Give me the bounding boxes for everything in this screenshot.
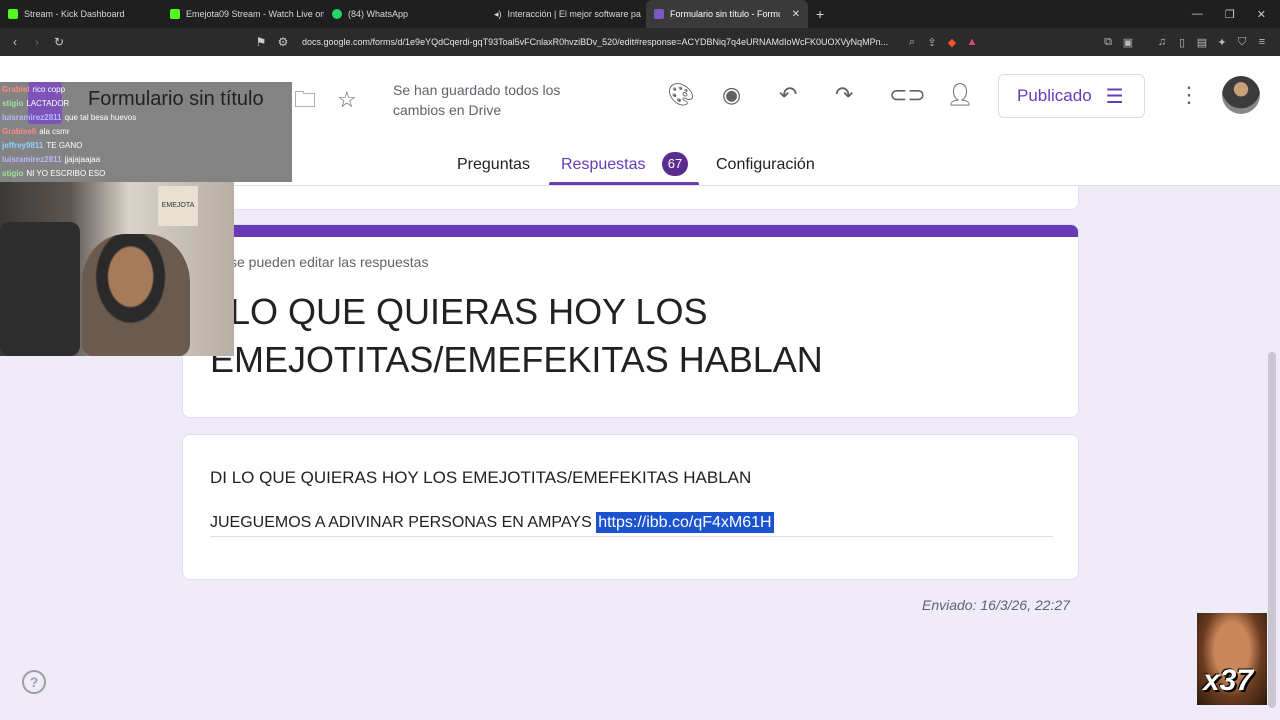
leo-ai-icon[interactable]: ✦ xyxy=(1212,36,1232,49)
save-status: Se han guardado todos los cambios en Dri… xyxy=(393,82,561,118)
minimize-icon[interactable]: — xyxy=(1192,8,1203,21)
browser-tab-bar: Stream - Kick Dashboard Emejota09 Stream… xyxy=(0,0,1280,28)
chat-message: Grabiel rico copp xyxy=(0,83,292,96)
question-card xyxy=(182,434,1079,580)
preview-eye-icon[interactable]: ◉ xyxy=(722,83,741,107)
add-collaborator-icon[interactable]: 👤︎ xyxy=(946,83,974,107)
chat-user: stigio xyxy=(2,99,24,108)
share-icon[interactable]: ⇪ xyxy=(922,36,942,49)
back-icon[interactable]: ‹ xyxy=(4,35,26,49)
kick-icon xyxy=(170,9,180,19)
answer-underline xyxy=(210,536,1053,537)
chat-text: rico copp xyxy=(32,85,66,94)
tab-title: Interacción | El mejor software pa xyxy=(507,9,641,19)
browser-tab-5[interactable]: Formulario sin título - Formulari ✕ xyxy=(646,0,808,28)
chat-user: stigio xyxy=(2,169,24,178)
brave-rewards-icon[interactable]: ▲ xyxy=(962,36,982,48)
folder-icon[interactable]: 🗀 xyxy=(294,88,316,112)
media-icon[interactable]: ♫ xyxy=(1152,36,1172,49)
question-title: DI LO QUE QUIERAS HOY LOS EMEJOTITAS/EME… xyxy=(210,468,752,487)
new-tab-button[interactable]: + xyxy=(808,0,832,28)
menu-icon[interactable]: ≡ xyxy=(1252,36,1272,49)
sidebar-icon[interactable]: ▯ xyxy=(1172,36,1192,49)
tab-questions[interactable]: Preguntas xyxy=(457,156,530,174)
browser-tab-2[interactable]: Emejota09 Stream - Watch Live on K xyxy=(162,0,324,28)
tab-title: Stream - Kick Dashboard xyxy=(24,9,125,19)
wallet-icon[interactable]: ▤ xyxy=(1192,36,1212,49)
chat-text: NI YO ESCRIBO ESO xyxy=(26,169,106,178)
previous-card xyxy=(182,186,1079,210)
close-tab-icon[interactable]: ✕ xyxy=(792,9,800,20)
scrollbar[interactable] xyxy=(1268,352,1276,708)
url-field[interactable]: docs.google.com/forms/d/1e9eYQdCqerdi-gq… xyxy=(302,37,902,47)
forms-icon xyxy=(654,9,664,19)
chat-message: stigio LACTADOR xyxy=(0,97,292,110)
chat-user: luisramirez2811 xyxy=(2,113,62,122)
publish-settings-icon: ☰ xyxy=(1105,85,1124,108)
tab-responses[interactable]: Respuestas xyxy=(561,156,646,174)
redo-icon[interactable]: ↷ xyxy=(835,83,853,107)
publish-button[interactable]: Publicado ☰ xyxy=(998,74,1145,118)
response-count-badge: 67 xyxy=(662,152,688,176)
browser-tab-3[interactable]: (84) WhatsApp xyxy=(324,0,486,28)
bookmark-icon[interactable]: ⚑ xyxy=(250,35,272,49)
tab-title: (84) WhatsApp xyxy=(348,9,409,19)
audio-icon: ◂) xyxy=(494,8,502,19)
forward-icon[interactable]: › xyxy=(26,35,48,49)
chat-user: Grabiseli xyxy=(2,127,37,136)
answer-text: JUEGUEMOS A ADIVINAR PERSONAS EN AMPAYS … xyxy=(210,512,774,533)
chat-text: jjajajaajaa xyxy=(64,155,101,164)
address-bar: ‹ › ↻ ⚑ ⚙ docs.google.com/forms/d/1e9eYQ… xyxy=(0,28,1280,56)
accent-bar xyxy=(183,225,1078,237)
extensions-icon[interactable]: ⧉ xyxy=(1098,36,1118,49)
form-title: I LO QUE QUIERAS HOY LOS EMEJOTITAS/EMEF… xyxy=(210,291,823,380)
browser-tab-4[interactable]: ◂) Interacción | El mejor software pa xyxy=(486,0,646,28)
chat-text: LACTADOR xyxy=(26,99,70,108)
whatsapp-icon xyxy=(332,9,342,19)
chat-message: Grabiseli ala csmr xyxy=(0,125,292,138)
chat-user: luisramirez2811 xyxy=(2,155,62,164)
link-icon[interactable]: ⊂⊃ xyxy=(889,83,926,107)
browser-tab-1[interactable]: Stream - Kick Dashboard xyxy=(0,0,162,28)
chat-message: luisramirez2811 que tal besa huevos xyxy=(0,111,292,124)
chat-overlay: Formulario sin título Grabiel rico copp s… xyxy=(0,82,292,182)
tab-title: Emejota09 Stream - Watch Live on K xyxy=(186,9,324,19)
maximize-icon[interactable]: ❐ xyxy=(1225,8,1235,21)
chat-message: stigio NI YO ESCRIBO ESO xyxy=(0,167,292,180)
site-info-icon[interactable]: ⚙ xyxy=(272,35,294,49)
chat-user: Grabiel xyxy=(2,85,30,94)
undo-icon[interactable]: ↶ xyxy=(779,83,797,107)
close-window-icon[interactable]: ✕ xyxy=(1257,8,1266,21)
emote-multiplier: x37 xyxy=(1203,664,1254,697)
wall-poster: EMEJOTA xyxy=(158,186,198,226)
publish-label: Publicado xyxy=(1017,86,1092,105)
streamer xyxy=(82,234,190,356)
chat-text: que tal besa huevos xyxy=(64,113,137,122)
palette-icon[interactable]: 🎨︎ xyxy=(667,83,695,107)
answer-body: JUEGUEMOS A ADIVINAR PERSONAS EN AMPAYS xyxy=(210,514,597,531)
kick-icon xyxy=(8,9,18,19)
zoom-icon[interactable]: ⌕ xyxy=(902,36,922,49)
chat-user: jeffrey9811 xyxy=(2,141,44,150)
chat-text: TE GANO xyxy=(46,141,83,150)
webcam-feed: EMEJOTA xyxy=(0,182,234,356)
edit-responses-note: se pueden editar las respuestas xyxy=(230,254,429,270)
gaming-chair xyxy=(0,222,80,356)
star-icon[interactable]: ☆ xyxy=(337,88,357,112)
more-options-icon[interactable]: ⋮ xyxy=(1178,83,1200,107)
vpn-icon[interactable]: ⛉ xyxy=(1232,36,1252,49)
reload-icon[interactable]: ↻ xyxy=(48,35,70,49)
brave-shield-icon[interactable]: ◆ xyxy=(942,36,962,49)
chat-text: ala csmr xyxy=(39,127,70,136)
answer-link[interactable]: https://ibb.co/qF4xM61H xyxy=(596,512,774,533)
help-icon[interactable]: ? xyxy=(22,670,46,694)
avatar[interactable] xyxy=(1222,76,1260,114)
active-tab-indicator xyxy=(549,182,699,185)
screenshot-icon[interactable]: ▣ xyxy=(1118,36,1138,49)
submitted-timestamp: Enviado: 16/3/26, 22:27 xyxy=(922,597,1070,613)
tab-settings[interactable]: Configuración xyxy=(716,156,815,174)
chat-message: jeffrey9811 TE GANO xyxy=(0,139,292,152)
chat-message: luisramirez2811 jjajajaajaa xyxy=(0,153,292,166)
tab-title: Formulario sin título - Formulari xyxy=(670,9,780,19)
